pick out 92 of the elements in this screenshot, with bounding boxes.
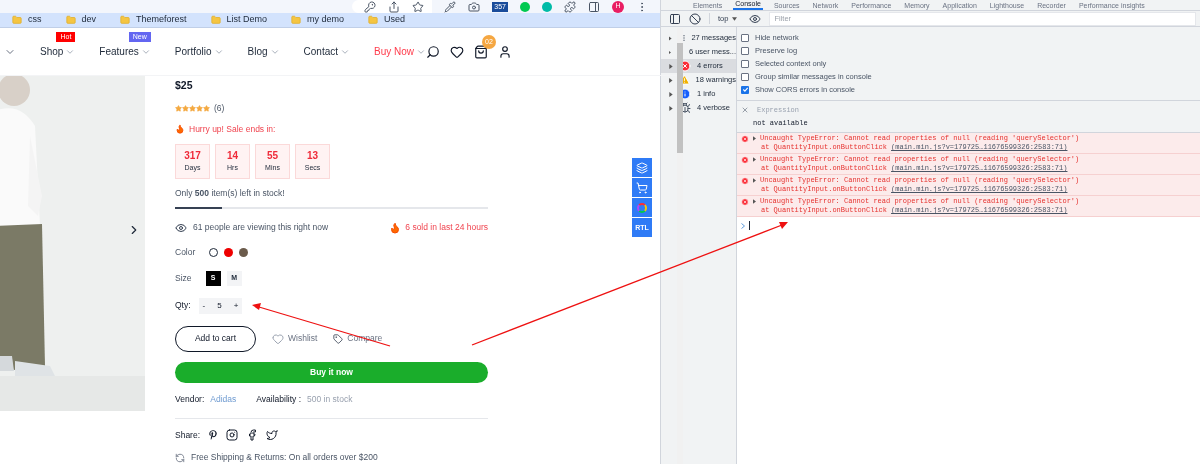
vendor-label: Vendor:: [175, 392, 205, 406]
tag-icon: [333, 333, 344, 344]
error-icon: [741, 176, 749, 185]
expand-arrow-icon[interactable]: [669, 35, 672, 41]
bag-icon[interactable]: [474, 44, 488, 59]
countdown-value: 13: [306, 149, 319, 164]
availability-value: 500 in stock: [307, 392, 353, 406]
eye-icon[interactable]: [749, 12, 762, 25]
folder-icon: [12, 15, 22, 26]
extensions-icon[interactable]: [564, 0, 576, 13]
color-swatch[interactable]: [209, 247, 219, 257]
expand-arrow-icon[interactable]: [669, 63, 673, 69]
bookmark-link[interactable]: css: [12, 13, 42, 27]
account-icon[interactable]: [498, 44, 512, 59]
color-swatch[interactable]: [224, 247, 234, 257]
quantity-label: Qty:: [175, 299, 191, 313]
error-icon: [741, 197, 749, 206]
stock-message: Only 500 item(s) left in stock!: [175, 186, 286, 200]
expand-arrow-icon[interactable]: [669, 91, 673, 97]
sidebar-toggle-icon[interactable]: [669, 12, 681, 25]
increase-button[interactable]: +: [233, 299, 239, 312]
folder-icon: [210, 15, 221, 26]
folder-icon: [120, 15, 130, 26]
error-icon: [741, 134, 749, 143]
shipping-note: Free Shipping & Returns: On all orders over $200: [191, 451, 378, 464]
scrollbar-thumb[interactable]: [677, 43, 683, 154]
countdown-value: 317: [184, 149, 201, 164]
cart-button[interactable]: [632, 178, 652, 198]
flame-icon: [389, 221, 402, 234]
twitter-icon[interactable]: [266, 428, 279, 441]
expand-arrow-icon[interactable]: [753, 136, 756, 141]
folder-icon: [291, 15, 302, 26]
eye-icon: [175, 221, 187, 234]
heart-icon[interactable]: [450, 44, 464, 59]
side-panel-icon[interactable]: [588, 0, 600, 13]
availability-label: Availability :: [256, 392, 302, 406]
return-icon: [175, 452, 185, 463]
expand-arrow-icon[interactable]: [669, 77, 673, 83]
folder-icon: [368, 15, 379, 26]
viewers-text: 61 people are viewing this right now: [193, 221, 329, 234]
countdown-value: 14: [226, 149, 239, 164]
instagram-icon[interactable]: [226, 428, 239, 441]
expand-arrow-icon[interactable]: [669, 105, 673, 111]
facebook-icon[interactable]: [246, 428, 259, 441]
bookmark-link[interactable]: dev: [65, 13, 96, 27]
search-icon[interactable]: [426, 44, 440, 59]
sold-text: 6 sold in last 24 hours: [405, 221, 488, 234]
pinterest-icon[interactable]: [208, 429, 219, 440]
quantity-field[interactable]: 5: [217, 299, 222, 312]
layers-button[interactable]: [632, 158, 652, 178]
color-wheel-button[interactable]: [632, 198, 652, 218]
color-swatch[interactable]: [239, 247, 249, 257]
bookmark-star-icon[interactable]: [412, 0, 425, 13]
sale-countdown-label: Hurry up! Sale ends in:: [189, 122, 276, 136]
expand-arrow-icon[interactable]: [753, 178, 756, 183]
clear-console-icon[interactable]: [689, 12, 701, 25]
heart-icon: [272, 332, 284, 345]
bookmark-link[interactable]: List Demo: [210, 13, 268, 27]
checkbox[interactable]: [741, 85, 749, 94]
nav-link[interactable]: Portfolio: [174, 44, 224, 60]
error-icon: [741, 155, 749, 164]
wishlist-link[interactable]: Wishlist: [288, 332, 318, 346]
color-label: Color: [175, 246, 196, 259]
expand-arrow-icon[interactable]: [753, 199, 756, 204]
expand-arrow-icon[interactable]: [753, 157, 756, 162]
eyedropper-icon[interactable]: [444, 0, 457, 13]
caret-icon: [732, 16, 738, 21]
bookmark-link[interactable]: Used: [368, 13, 406, 27]
share-label: Share:: [175, 428, 201, 442]
camera-icon[interactable]: [468, 0, 481, 13]
flame-icon: [175, 124, 185, 135]
nav-link[interactable]: Shop: [40, 44, 76, 60]
expand-arrow-icon[interactable]: [669, 49, 671, 55]
nav-link[interactable]: Features: [99, 44, 151, 60]
checkbox[interactable]: [741, 72, 749, 81]
nav-link[interactable]: Buy Now: [374, 44, 426, 60]
checkbox[interactable]: [741, 46, 749, 55]
bookmark-link[interactable]: my demo: [291, 13, 345, 27]
countdown-value: 55: [266, 149, 279, 164]
prompt-icon: [741, 223, 745, 229]
folder-icon: [65, 15, 76, 26]
nav-link[interactable]: Blog: [247, 44, 280, 60]
decrease-button[interactable]: -: [202, 299, 206, 312]
bookmark-link[interactable]: Themeforest: [120, 13, 187, 27]
price: $25: [175, 78, 194, 94]
key-icon[interactable]: [364, 0, 377, 13]
share-icon[interactable]: [388, 0, 401, 13]
checkbox[interactable]: [741, 59, 749, 68]
size-label: Size: [175, 271, 192, 285]
checkbox[interactable]: [741, 33, 749, 42]
nav-link[interactable]: Contact: [303, 44, 350, 60]
review-count: (6): [214, 102, 225, 115]
